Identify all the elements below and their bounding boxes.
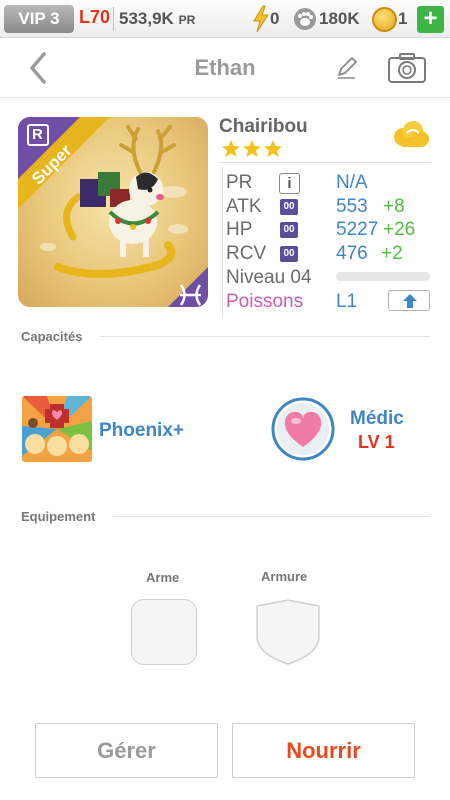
divider — [100, 336, 430, 337]
armor-slot[interactable] — [255, 598, 321, 666]
skill-name: Médic — [350, 408, 404, 429]
pr-label: PR — [226, 172, 253, 193]
divider — [222, 167, 223, 317]
heart-skill-icon[interactable] — [271, 397, 335, 461]
feed-button[interactable]: Nourrir — [232, 723, 415, 778]
star-icon — [222, 140, 240, 157]
weapon-label: Arme — [146, 570, 180, 585]
phoenix-skill-icon[interactable] — [22, 396, 92, 462]
skill-level: LV 1 — [358, 432, 395, 452]
sign-label: Poissons — [226, 291, 304, 312]
arrow-up-icon — [403, 294, 417, 308]
pencil-icon[interactable] — [334, 55, 360, 81]
power-unit: PR — [178, 13, 196, 27]
power-value: 533,9K PR — [119, 9, 195, 29]
hp-label: HP — [226, 219, 253, 240]
rcv-label: RCV — [226, 243, 267, 264]
monster-name: Chairibou — [219, 116, 308, 137]
upgrade-button[interactable] — [388, 290, 430, 311]
xp-progress-bar — [336, 272, 430, 281]
nav-bar: Ethan — [0, 38, 450, 98]
rarity-letter: R — [32, 126, 43, 143]
skill-name: Phoenix+ — [99, 420, 184, 441]
coin-value: 1 — [398, 9, 408, 28]
rcv-badge: 00 — [280, 246, 298, 262]
abilities-heading: Capacités — [21, 329, 83, 344]
paw-icon — [294, 8, 316, 30]
rcv-bonus: +2 — [381, 243, 403, 264]
star-icon — [243, 140, 261, 157]
food-value: 180K — [319, 9, 360, 28]
atk-value: 553 — [336, 196, 368, 217]
atk-bonus: +8 — [383, 196, 405, 217]
status-bar: VIP 3 L70 533,9K PR 0 180K 1 + — [0, 0, 450, 38]
hp-value: 5227 — [336, 219, 379, 240]
add-coins-button[interactable]: + — [417, 6, 444, 33]
atk-badge: 00 — [280, 199, 298, 215]
armor-label: Armure — [261, 569, 308, 584]
hp-bonus: +26 — [383, 219, 416, 240]
divider — [219, 162, 431, 163]
weapon-slot[interactable] — [131, 599, 197, 665]
manage-button[interactable]: Gérer — [35, 723, 218, 778]
power-number: 533,9K — [119, 9, 174, 28]
camera-icon[interactable] — [387, 52, 427, 84]
star-icon — [264, 140, 282, 157]
divider — [113, 516, 430, 517]
star-rating — [222, 140, 282, 157]
level-label: Niveau 04 — [226, 267, 312, 288]
coin-icon — [372, 7, 397, 32]
vip-badge[interactable]: VIP 3 — [4, 5, 74, 33]
hp-badge: 00 — [280, 222, 298, 238]
pr-value: N/A — [336, 172, 368, 193]
equipment-heading: Equipement — [21, 509, 96, 524]
player-level: L70 — [79, 7, 111, 27]
rcv-value: 476 — [336, 243, 368, 264]
energy-value: 0 — [270, 9, 280, 28]
atk-label: ATK — [226, 196, 262, 217]
divider — [113, 7, 114, 31]
lightning-icon — [253, 5, 269, 33]
sign-level: L1 — [336, 291, 358, 312]
cloud-element-icon — [394, 121, 429, 147]
monster-portrait[interactable]: R Super — [18, 117, 208, 307]
page-title: Ethan — [194, 55, 256, 80]
info-icon[interactable]: i — [279, 173, 300, 194]
reindeer-sleigh-illustration — [18, 117, 208, 307]
